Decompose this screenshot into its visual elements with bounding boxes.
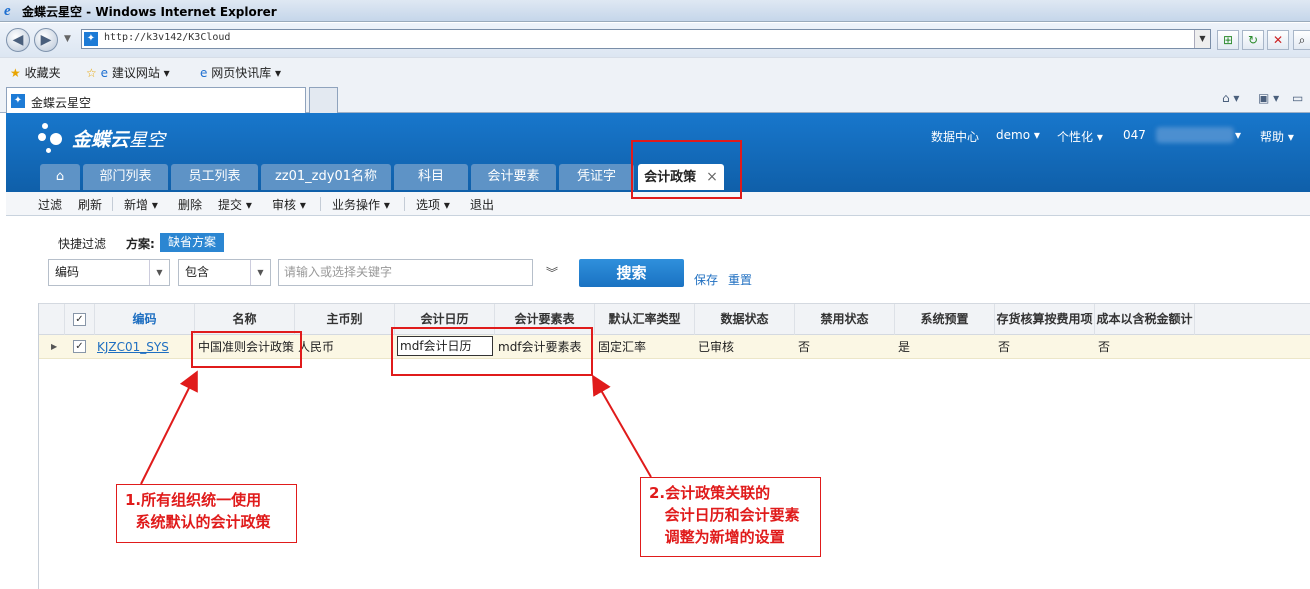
filter-operator-select[interactable]: 包含 ▼ [178,259,271,286]
back-icon[interactable]: ◀ [6,28,30,52]
personalize-menu[interactable]: 个性化 ▾ [1057,128,1103,145]
col-system-preset[interactable]: 系统预置 [895,304,995,335]
tab-account[interactable]: 科目 [394,164,468,190]
cell-disabled: 否 [798,340,811,354]
col-rate-type[interactable]: 默认汇率类型 [595,304,695,335]
col-disabled[interactable]: 禁用状态 [795,304,895,335]
search-button[interactable]: 搜索 [579,259,684,287]
feeds-icon[interactable]: ▣ ▾ [1258,91,1279,105]
print-icon[interactable]: ▭ [1292,91,1303,105]
help-menu[interactable]: 帮助 ▾ [1260,128,1294,145]
cell-data-status: 已审核 [698,340,735,354]
reset-link[interactable]: 重置 [728,271,752,288]
url-text: http://k3v142/K3Cloud [104,32,231,43]
audit-button[interactable]: 审核 ▾ [272,196,306,213]
cell-rate-type: 固定汇率 [598,340,647,354]
select-all-checkbox[interactable]: ✓ [73,313,86,326]
address-field[interactable]: ✦ http://k3v142/K3Cloud ▼ [81,29,1211,49]
history-dropdown-icon[interactable]: ▼ [64,34,71,44]
tab-department-list[interactable]: 部门列表 [83,164,168,190]
address-dropdown-icon[interactable]: ▼ [1194,30,1210,48]
business-ops-button[interactable]: 业务操作 ▾ [332,196,390,213]
col-inventory-cost[interactable]: 存货核算按费用项 [995,304,1095,335]
highlight-policy-tab [631,140,742,199]
chevron-down-icon: ▼ [250,260,270,285]
save-link[interactable]: 保存 [694,271,718,288]
tab-voucher-word[interactable]: 凭证字 [559,164,634,190]
row-indicator-header [39,304,65,335]
cell-currency: 人民币 [298,340,335,354]
home-icon[interactable]: ⌂ ▾ [1222,91,1239,105]
col-code[interactable]: 编码 [95,304,195,335]
browser-tab-strip: ✦ 金蝶云星空 ⌂ ▾ ▣ ▾ ▭ [0,85,1310,113]
col-cost-tax[interactable]: 成本以含税金额计 [1095,304,1195,335]
scheme-label: 方案: [126,237,155,251]
org-dropdown-icon[interactable]: ▾ [1235,128,1241,142]
logo-dots-icon [38,123,68,153]
redacted-org-name [1156,127,1234,143]
cell-inventory-cost: 否 [998,340,1011,354]
window-titlebar: e 金蝶云星空 - Windows Internet Explorer [0,0,1310,22]
tab-favicon: ✦ [11,94,25,108]
expand-filter-icon[interactable]: ︾ [546,264,558,281]
highlight-name-cell [191,331,302,368]
cell-system-preset: 是 [898,340,911,354]
home-icon: ⌂ [55,169,65,184]
filter-field-select[interactable]: 编码 ▼ [48,259,170,286]
suggested-sites-link[interactable]: ☆ e 建议网站 ▾ [86,64,170,81]
new-tab-button[interactable] [309,87,338,113]
browser-tab-title: 金蝶云星空 [31,96,92,110]
window-title: 金蝶云星空 - Windows Internet Explorer [22,5,277,19]
filter-button[interactable]: 过滤 [38,196,62,213]
default-scheme-button[interactable]: 缺省方案 [160,233,224,252]
tab-zz01[interactable]: zz01_zdy01名称 [261,164,391,190]
new-button[interactable]: 新增 ▾ [124,196,158,213]
delete-button[interactable]: 删除 [178,196,202,213]
stop-icon[interactable]: ✕ [1267,30,1289,50]
highlight-calendar-element [391,327,593,376]
refresh-button[interactable]: 刷新 [78,196,102,213]
quick-filter-label: 快捷过滤 [58,237,107,251]
favorites-bar: ★ 收藏夹 ☆ e 建议网站 ▾ e 网页快讯库 ▾ [0,57,1310,85]
annotation-note-2: 2.会计政策关联的 会计日历和会计要素 调整为新增的设置 [640,477,821,557]
cell-cost-tax: 否 [1098,340,1111,354]
tab-employee-list[interactable]: 员工列表 [171,164,258,190]
user-menu[interactable]: demo ▾ [996,128,1040,142]
forward-icon[interactable]: ▶ [34,28,58,52]
col-currency[interactable]: 主币别 [295,304,395,335]
options-button[interactable]: 选项 ▾ [416,196,450,213]
row-checkbox[interactable]: ✓ [73,340,86,353]
refresh-icon[interactable]: ↻ [1242,30,1264,50]
favorites-button[interactable]: ★ 收藏夹 [10,64,61,81]
browser-tab[interactable]: ✦ 金蝶云星空 [6,87,306,113]
filter-field-value: 编码 [55,265,80,279]
annotation-note-1: 1.所有组织统一使用 系统默认的会计政策 [116,484,297,543]
compat-view-icon[interactable]: ⊞ [1217,30,1239,50]
data-center-link[interactable]: 数据中心 [931,128,979,145]
submit-button[interactable]: 提交 ▾ [218,196,252,213]
site-favicon: ✦ [84,32,98,46]
select-all-cell: ✓ [65,304,95,335]
filter-operator-value: 包含 [185,265,210,279]
tab-accounting-elements[interactable]: 会计要素 [471,164,556,190]
chevron-down-icon: ▼ [149,260,169,285]
col-data-status[interactable]: 数据状态 [695,304,795,335]
tab-home[interactable]: ⌂ [40,164,80,190]
org-menu[interactable]: 047 [1123,128,1146,142]
ie-icon: e [4,3,11,19]
address-bar-row: ◀ ▶ ▼ ✦ http://k3v142/K3Cloud ▼ ⊞ ↻ ✕ ⌕ [0,23,1310,57]
keyword-input[interactable]: 请输入或选择关键字 [278,259,533,286]
web-slice-gallery-link[interactable]: e 网页快讯库 ▾ [200,64,281,81]
exit-button[interactable]: 退出 [470,196,494,213]
row-expand-icon[interactable]: ▶ [51,335,57,359]
cell-code[interactable]: KJZC01_SYS [97,335,169,359]
logo-text: 金蝶云星空 [72,129,166,151]
search-icon[interactable]: ⌕ [1293,30,1310,50]
